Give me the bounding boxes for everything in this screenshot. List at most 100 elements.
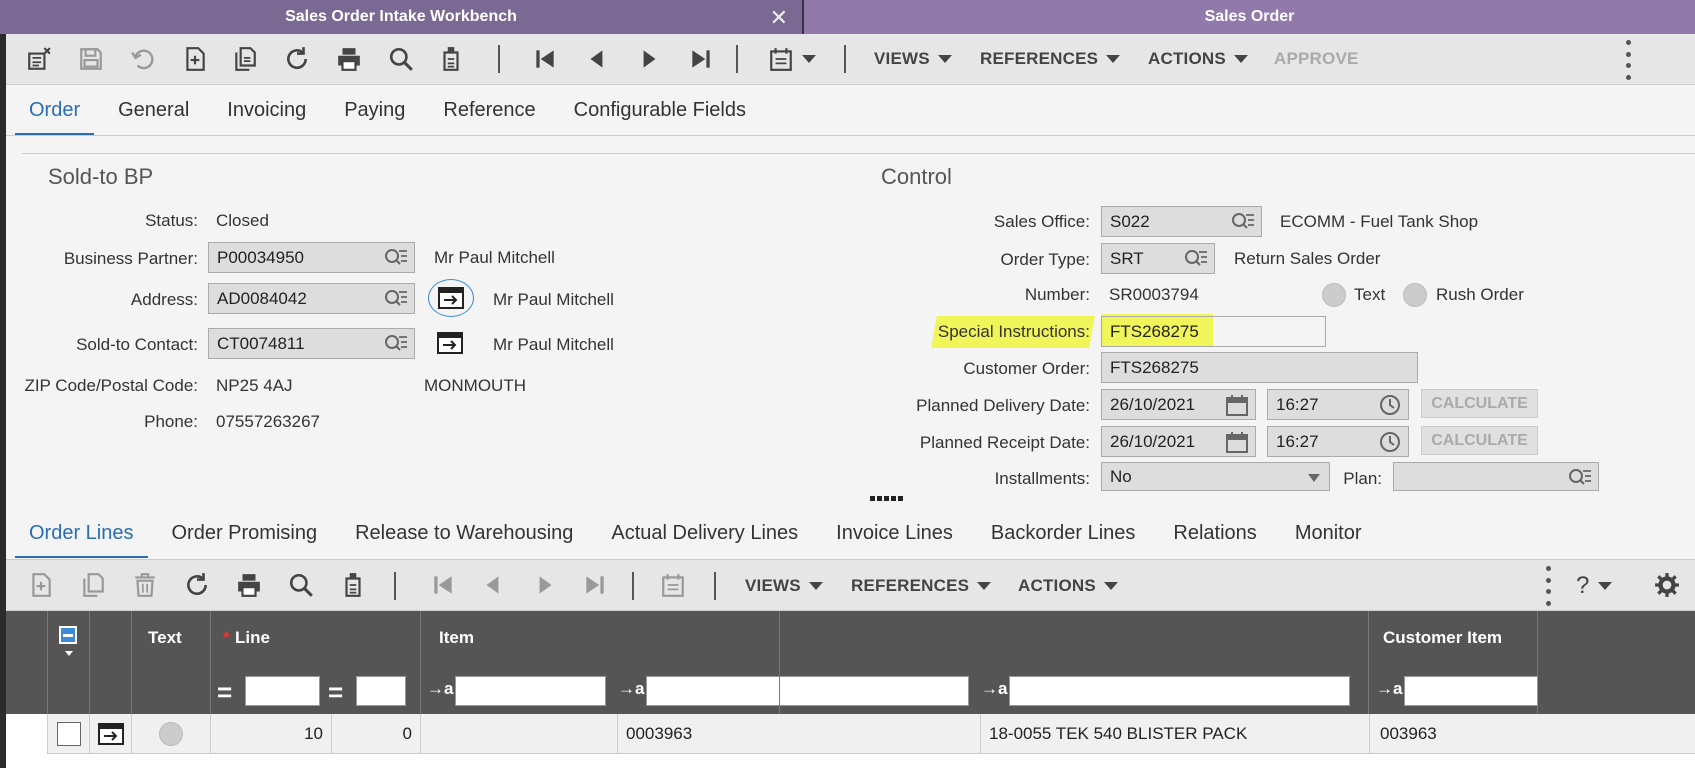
customer-order-field[interactable]: FTS268275 [1101, 352, 1418, 383]
more-options-icon[interactable] [1626, 40, 1632, 80]
calendar-icon[interactable] [1225, 431, 1249, 453]
tab-order[interactable]: Order [10, 85, 99, 135]
chevron-down-icon[interactable] [65, 651, 73, 656]
item-description-filter-input[interactable] [1009, 676, 1350, 706]
tab-release-to-warehousing[interactable]: Release to Warehousing [336, 508, 592, 558]
copy-line-icon[interactable] [76, 568, 110, 602]
planned-delivery-time-field[interactable]: 16:27 [1267, 389, 1409, 420]
calendar-icon[interactable] [764, 42, 798, 76]
line-filter-input[interactable] [245, 676, 320, 706]
previous-record-icon[interactable] [476, 568, 510, 602]
lookup-icon[interactable] [1568, 467, 1592, 489]
references-menu[interactable]: REFERENCES [980, 42, 1121, 76]
row-checkbox[interactable] [56, 722, 81, 746]
tab-paying[interactable]: Paying [325, 85, 424, 135]
delete-icon[interactable] [128, 568, 162, 602]
clock-icon[interactable] [1378, 394, 1402, 416]
clock-icon[interactable] [1378, 431, 1402, 453]
planned-receipt-time-field[interactable]: 16:27 [1267, 426, 1409, 457]
lookup-icon[interactable] [1184, 248, 1208, 270]
save-icon[interactable] [74, 42, 108, 76]
print-icon[interactable] [332, 42, 366, 76]
actions-menu[interactable]: ACTIONS [1018, 569, 1118, 603]
table-row[interactable]: 10 0 0003963 18-0055 TEK 540 BLISTER PAC… [6, 714, 1695, 754]
help-menu[interactable]: ? [1576, 569, 1612, 603]
installments-select[interactable]: No [1101, 462, 1330, 491]
gear-icon[interactable] [1650, 568, 1684, 602]
sold-to-contact-field[interactable]: CT0074811 [208, 328, 415, 359]
next-record-icon[interactable] [528, 568, 562, 602]
print-icon[interactable] [232, 568, 266, 602]
views-menu[interactable]: VIEWS [745, 569, 823, 603]
calculate-delivery-button[interactable]: CALCULATE [1421, 389, 1538, 418]
text-column-header[interactable]: Text [132, 611, 211, 714]
line-column-header[interactable]: * Line = = [211, 611, 421, 714]
planned-receipt-date-field[interactable]: 26/10/2021 [1101, 426, 1256, 457]
starts-with-operator-icon[interactable]: →a [981, 679, 1007, 699]
tab-order-lines[interactable]: Order Lines [10, 508, 153, 558]
window-tab-intake-workbench[interactable]: Sales Order Intake Workbench ✕ [0, 0, 804, 34]
first-record-icon[interactable] [528, 42, 562, 76]
next-record-icon[interactable] [632, 42, 666, 76]
first-record-icon[interactable] [426, 568, 460, 602]
splitter-handle[interactable] [870, 496, 903, 501]
new-line-icon[interactable] [24, 568, 58, 602]
tab-backorder-lines[interactable]: Backorder Lines [972, 508, 1155, 558]
lookup-icon[interactable] [384, 288, 408, 310]
item-code-filter-input[interactable] [646, 676, 969, 706]
lookup-icon[interactable] [1231, 211, 1255, 233]
lookup-icon[interactable] [384, 333, 408, 355]
calendar-icon[interactable] [656, 568, 690, 602]
tab-invoicing[interactable]: Invoicing [208, 85, 325, 135]
calendar-icon[interactable] [1225, 394, 1249, 416]
starts-with-operator-icon[interactable]: →a [1376, 679, 1402, 699]
business-partner-field[interactable]: P00034950 [208, 242, 415, 273]
equals-operator-icon[interactable]: = [328, 677, 343, 708]
navigate-icon[interactable] [97, 723, 124, 745]
tab-invoice-lines[interactable]: Invoice Lines [817, 508, 972, 558]
tab-monitor[interactable]: Monitor [1276, 508, 1381, 558]
order-type-field[interactable]: SRT [1101, 243, 1215, 274]
previous-record-icon[interactable] [580, 42, 614, 76]
export-icon[interactable] [336, 568, 370, 602]
calculate-receipt-button[interactable]: CALCULATE [1421, 426, 1538, 455]
views-menu[interactable]: VIEWS [874, 42, 952, 76]
address-field[interactable]: AD0084042 [208, 283, 415, 314]
special-instructions-field[interactable]: FTS268275 [1101, 316, 1326, 347]
last-record-icon[interactable] [684, 42, 718, 76]
item-column-header[interactable]: Item →a →a →a →a [421, 611, 1538, 714]
more-options-icon[interactable] [1546, 566, 1552, 606]
search-icon[interactable] [384, 42, 418, 76]
refresh-icon[interactable] [180, 568, 214, 602]
sales-office-field[interactable]: S022 [1101, 206, 1262, 237]
references-menu[interactable]: REFERENCES [851, 569, 992, 603]
export-icon[interactable] [434, 42, 468, 76]
tab-reference[interactable]: Reference [424, 85, 554, 135]
copy-record-icon[interactable] [228, 42, 262, 76]
close-record-icon[interactable] [22, 42, 56, 76]
tab-relations[interactable]: Relations [1154, 508, 1275, 558]
lookup-icon[interactable] [384, 247, 408, 269]
starts-with-operator-icon[interactable]: →a [427, 679, 453, 699]
undo-icon[interactable] [126, 42, 160, 76]
close-icon[interactable]: ✕ [770, 5, 788, 31]
window-tab-sales-order[interactable]: Sales Order [804, 0, 1695, 34]
sequence-filter-input[interactable] [356, 676, 406, 706]
search-icon[interactable] [284, 568, 318, 602]
starts-with-operator-icon[interactable]: →a [618, 679, 644, 699]
tab-order-promising[interactable]: Order Promising [153, 508, 337, 558]
tab-configurable-fields[interactable]: Configurable Fields [555, 85, 765, 135]
equals-operator-icon[interactable]: = [217, 677, 232, 708]
planned-delivery-date-field[interactable]: 26/10/2021 [1101, 389, 1256, 420]
new-record-icon[interactable] [178, 42, 212, 76]
tab-actual-delivery-lines[interactable]: Actual Delivery Lines [592, 508, 817, 558]
actions-menu[interactable]: ACTIONS [1148, 42, 1248, 76]
plan-field[interactable] [1393, 462, 1599, 491]
tab-general[interactable]: General [99, 85, 208, 135]
select-all-toggle[interactable] [59, 626, 77, 644]
item-project-filter-input[interactable] [455, 676, 606, 706]
last-record-icon[interactable] [578, 568, 612, 602]
approve-button[interactable]: APPROVE [1274, 42, 1359, 76]
calendar-dropdown[interactable] [802, 42, 816, 76]
refresh-icon[interactable] [280, 42, 314, 76]
